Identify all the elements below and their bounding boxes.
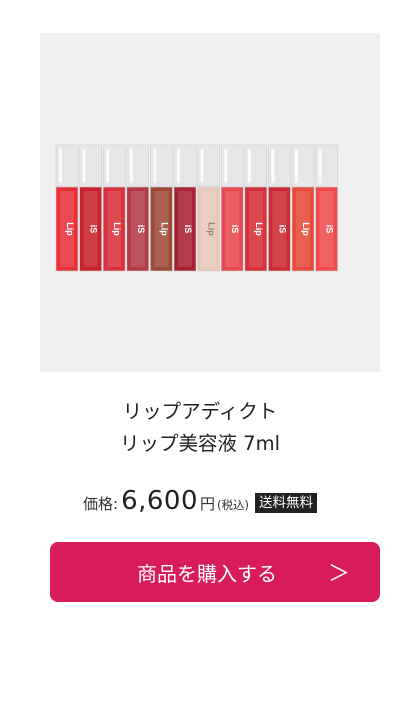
lip-gloss-lineup-image: Lip iS Lip iS Lip iS Lip iS Lip iS Lip iS: [55, 144, 338, 272]
lip-gloss-tube: Lip: [150, 144, 173, 272]
svg-text:Lip: Lip: [254, 222, 264, 236]
svg-text:Lip: Lip: [207, 222, 217, 236]
lip-gloss-tube: Lip: [244, 144, 268, 272]
product-image[interactable]: Lip iS Lip iS Lip iS Lip iS Lip iS Lip iS: [40, 33, 380, 372]
product-title-line-1: リップアディクト: [122, 400, 278, 423]
lip-gloss-tube: iS: [315, 144, 338, 272]
price-tax-note: (税込): [217, 498, 249, 512]
lip-gloss-tube: Lip: [55, 144, 79, 272]
svg-text:iS: iS: [89, 225, 99, 234]
lip-gloss-tube: Lip: [291, 144, 315, 272]
price-currency: 円: [200, 495, 216, 513]
svg-text:Lip: Lip: [301, 222, 311, 236]
lip-gloss-tube: iS: [173, 144, 197, 272]
product-title-line-2: リップ美容液 7ml: [119, 432, 281, 455]
svg-text:iS: iS: [325, 225, 335, 234]
lip-gloss-tube: iS: [79, 144, 102, 272]
svg-text:iS: iS: [277, 225, 287, 234]
free-shipping-badge: 送料無料: [255, 493, 317, 513]
svg-text:Lip: Lip: [65, 222, 75, 236]
lip-gloss-tube: iS: [220, 144, 244, 272]
lip-gloss-tube: Lip: [197, 144, 220, 272]
product-title[interactable]: リップアディクト リップ美容液 7ml: [0, 396, 400, 460]
buy-button-label: 商品を購入する: [137, 561, 277, 586]
price-row: 価格: 6,600 円 (税込) 送料無料: [0, 486, 400, 516]
svg-text:iS: iS: [183, 225, 193, 234]
svg-text:iS: iS: [136, 225, 146, 234]
price-value: 6,600: [121, 486, 198, 516]
price-label: 価格:: [83, 495, 119, 513]
lip-gloss-tube: iS: [268, 144, 291, 272]
lip-gloss-tube: Lip: [102, 144, 126, 272]
buy-product-button[interactable]: 商品を購入する ＞: [50, 542, 380, 602]
lip-gloss-tube: iS: [126, 144, 150, 272]
svg-text:Lip: Lip: [159, 222, 169, 236]
svg-text:iS: iS: [230, 225, 240, 234]
chevron-right-icon: ＞: [327, 562, 350, 587]
svg-text:Lip: Lip: [112, 222, 122, 236]
